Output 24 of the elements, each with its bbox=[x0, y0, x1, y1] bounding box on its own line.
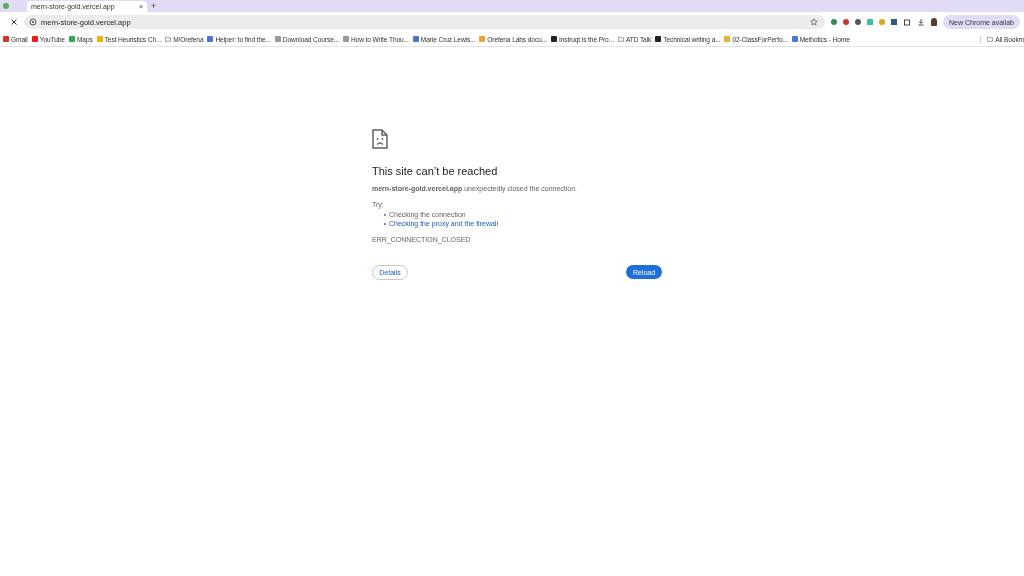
bookmark-icon bbox=[207, 36, 214, 42]
new-tab-button[interactable]: + bbox=[151, 1, 157, 11]
sad-page-icon bbox=[372, 129, 388, 149]
bookmark-icon bbox=[724, 36, 731, 42]
profile-avatar[interactable] bbox=[931, 18, 937, 26]
stop-icon[interactable] bbox=[10, 18, 18, 26]
folder-icon bbox=[165, 36, 172, 42]
folder-icon bbox=[987, 36, 994, 42]
bookmark-icon bbox=[96, 36, 103, 42]
bookmark-icon bbox=[31, 36, 38, 42]
star-icon[interactable] bbox=[810, 18, 818, 26]
bookmark-icon bbox=[791, 36, 798, 42]
bookmark-icon bbox=[3, 36, 9, 42]
bookmark-icon bbox=[68, 36, 75, 42]
error-title: This site can’t be reached bbox=[372, 165, 499, 177]
bookmark-icon bbox=[274, 36, 281, 42]
site-info-icon[interactable] bbox=[29, 18, 37, 26]
download-icon[interactable] bbox=[917, 18, 925, 26]
bookmark-icon bbox=[550, 36, 557, 42]
bookmark-icon bbox=[655, 36, 662, 42]
folder-icon bbox=[617, 36, 624, 42]
bookmark-icon bbox=[342, 36, 349, 42]
bookmark-icon bbox=[412, 36, 419, 42]
bookmark-icon bbox=[479, 36, 486, 42]
